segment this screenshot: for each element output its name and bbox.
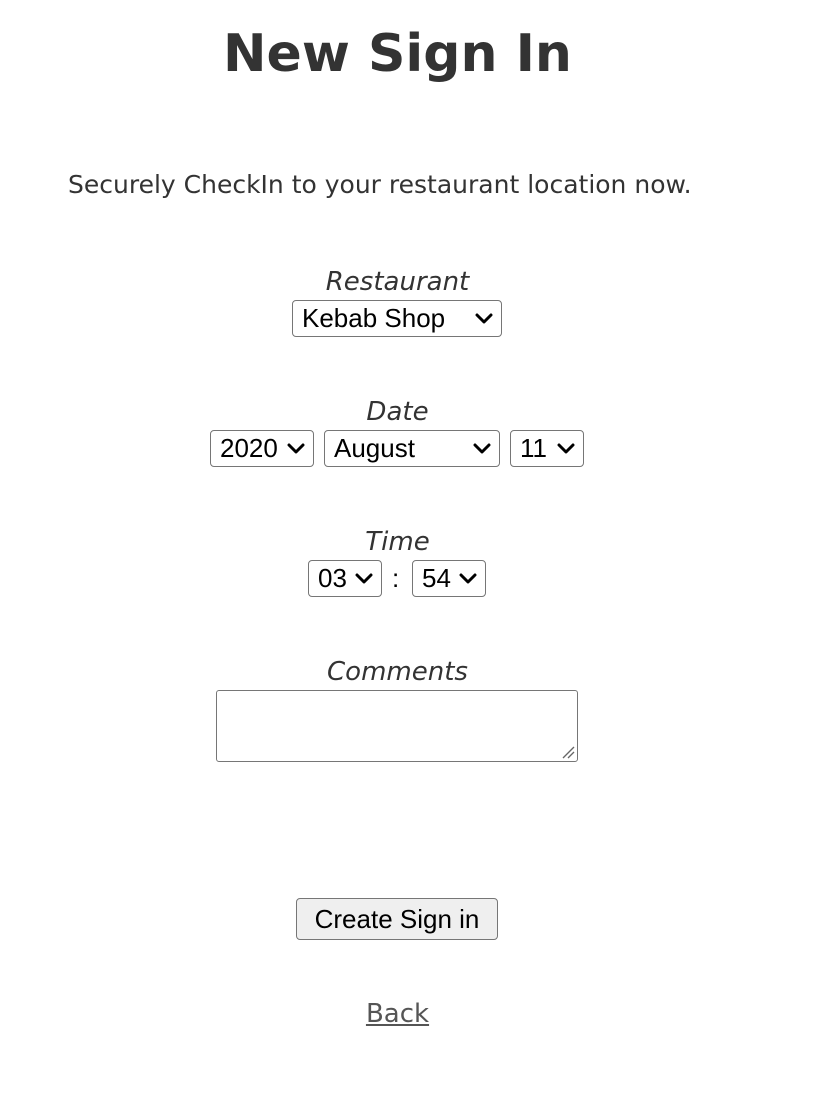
back-link[interactable]: Back xyxy=(0,997,795,1031)
chevron-down-icon xyxy=(459,573,477,583)
date-label: Date xyxy=(366,397,429,427)
day-select[interactable]: 11 xyxy=(510,430,584,467)
restaurant-label: Restaurant xyxy=(325,267,470,297)
create-sign-in-button-label: Create Sign in xyxy=(314,903,480,934)
chevron-down-icon xyxy=(475,313,493,323)
chevron-down-icon xyxy=(355,573,373,583)
time-label: Time xyxy=(365,527,430,557)
year-select[interactable]: 2020 xyxy=(210,430,314,467)
resize-grip-icon[interactable] xyxy=(561,745,575,759)
time-separator: : xyxy=(392,563,400,593)
comments-textarea[interactable] xyxy=(216,690,578,762)
minute-select-value: 54 xyxy=(422,563,451,593)
intro-text: Securely CheckIn to your restaurant loca… xyxy=(68,170,692,199)
year-select-value: 2020 xyxy=(220,433,278,463)
restaurant-select[interactable]: Kebab Shop xyxy=(292,300,502,337)
hour-select-value: 03 xyxy=(318,563,347,593)
month-select[interactable]: August xyxy=(324,430,500,467)
chevron-down-icon xyxy=(287,443,305,453)
chevron-down-icon xyxy=(557,443,575,453)
minute-select[interactable]: 54 xyxy=(412,560,486,597)
day-select-value: 11 xyxy=(520,433,547,463)
create-sign-in-button[interactable]: Create Sign in xyxy=(296,898,498,940)
comments-label: Comments xyxy=(327,657,468,687)
hour-select[interactable]: 03 xyxy=(308,560,382,597)
page-title: New Sign In xyxy=(223,24,572,84)
month-select-value: August xyxy=(334,433,415,463)
restaurant-select-value: Kebab Shop xyxy=(302,303,446,333)
chevron-down-icon xyxy=(473,443,491,453)
